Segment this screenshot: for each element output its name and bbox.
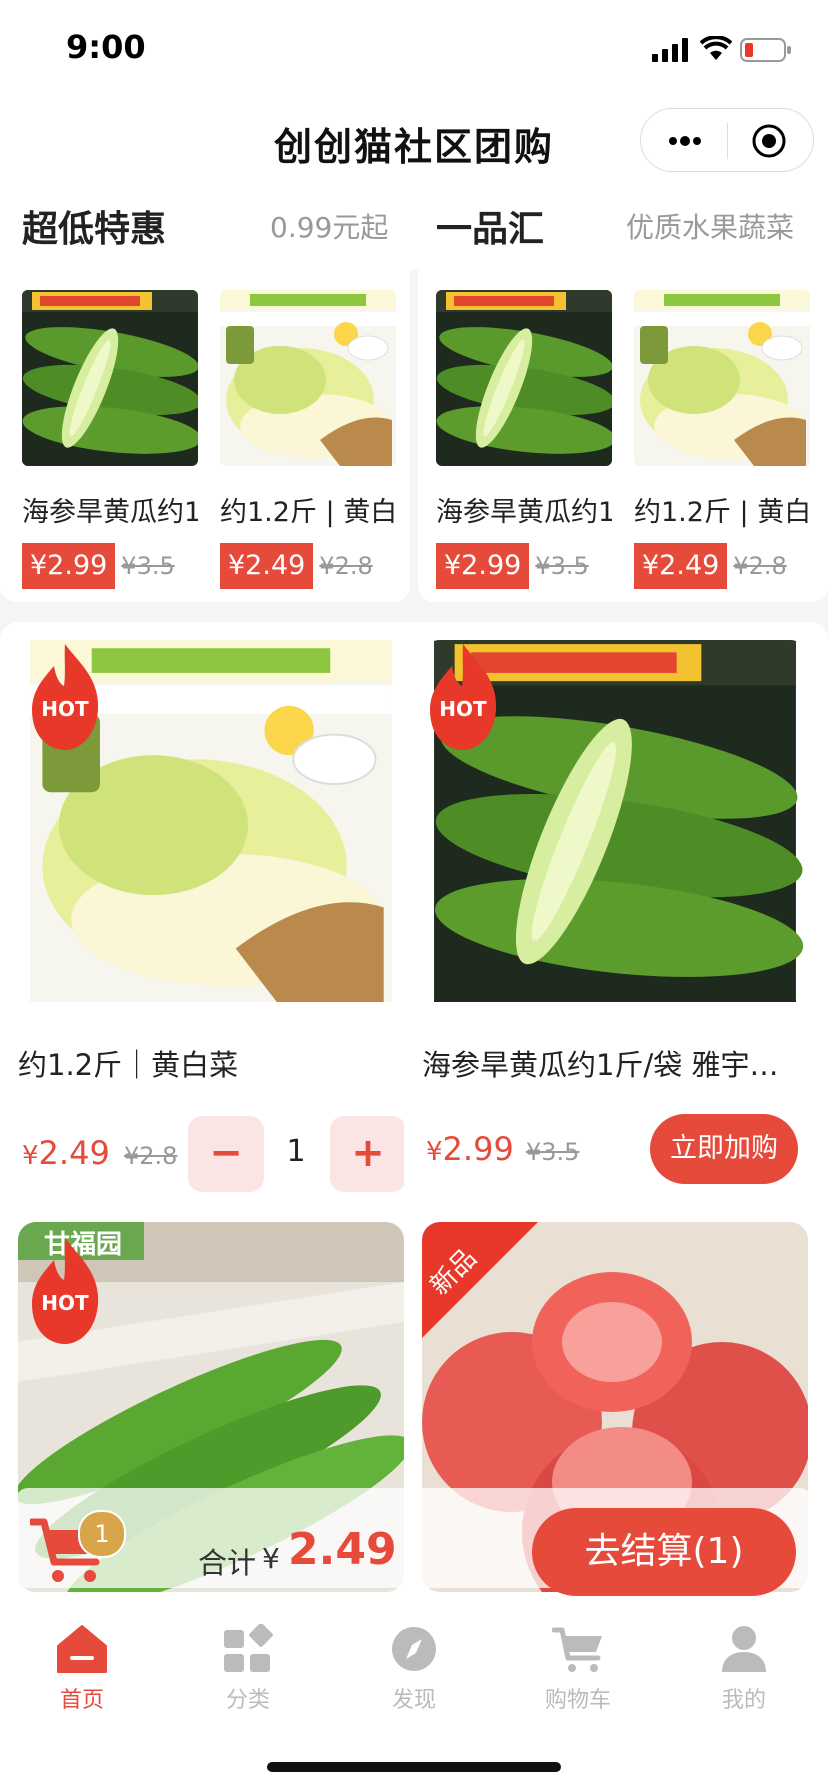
currency-symbol: ¥ <box>426 1137 443 1167</box>
tab-discover[interactable]: 发现 <box>344 1624 484 1714</box>
decrease-quantity-button[interactable]: − <box>188 1116 264 1192</box>
promo-item-price: ¥2.49 <box>220 543 314 589</box>
product-card[interactable]: 约1.2斤｜黄白菜 ¥2.49 ¥2.8 − 1 + <box>18 640 404 1200</box>
cart-count-badge: 1 <box>78 1510 126 1558</box>
promo-item[interactable]: 约1.2斤 | 黄白菜 ¥2.49¥2.8 <box>220 290 396 589</box>
home-icon <box>57 1625 107 1673</box>
cabbage-image <box>220 290 396 466</box>
hot-badge-icon <box>28 1236 102 1346</box>
price-value: 2.99 <box>442 1130 514 1168</box>
product-name: 海参旱黄瓜约1斤/袋 雅宇农业 <box>422 1048 792 1082</box>
promo-item-old-price: ¥3.5 <box>121 552 175 580</box>
product-price: ¥2.99 <box>426 1130 514 1168</box>
promo-title-deals[interactable]: 超低特惠 <box>22 200 166 252</box>
promo-item-name: 海参旱黄瓜约1斤/袋 <box>22 497 198 528</box>
hot-badge-icon <box>28 642 102 752</box>
promo-item-name: 约1.2斤 | 黄白菜 <box>220 497 396 528</box>
quantity-value: 1 <box>286 1134 306 1169</box>
more-icon[interactable] <box>665 127 705 155</box>
mini-program-capsule <box>640 108 814 172</box>
profile-icon <box>722 1626 766 1672</box>
promo-item[interactable]: 海参旱黄瓜约1斤/袋 ¥2.99¥3.5 <box>436 290 612 589</box>
category-icon <box>224 1623 273 1672</box>
tab-label: 我的 <box>721 1688 766 1713</box>
tab-label: 发现 <box>391 1688 436 1713</box>
promo-item-old-price: ¥2.8 <box>319 552 373 580</box>
promo-item[interactable]: 约1.2斤 | 黄白菜 ¥2.49¥2.8 <box>634 290 810 589</box>
discover-icon <box>392 1627 436 1671</box>
currency-symbol: ¥ <box>22 1141 39 1171</box>
promo-item-name: 约1.2斤 | 黄白菜 <box>634 497 810 528</box>
increase-quantity-button[interactable]: + <box>330 1116 404 1192</box>
promo-item-old-price: ¥2.8 <box>733 552 787 580</box>
tab-profile[interactable]: 我的 <box>674 1624 814 1714</box>
promo-subtitle-premium: 优质水果蔬菜 <box>626 211 795 244</box>
promo-item-price: ¥2.99 <box>22 543 116 589</box>
product-old-price: ¥3.5 <box>526 1138 580 1166</box>
promo-title-premium[interactable]: 一品汇 <box>436 200 544 252</box>
price-value: 2.49 <box>38 1134 110 1172</box>
home-indicator <box>267 1762 561 1772</box>
product-price: ¥2.49 <box>22 1134 110 1172</box>
promo-item-price: ¥2.99 <box>436 543 530 589</box>
signal-icon <box>652 38 688 62</box>
tab-label: 购物车 <box>544 1688 611 1713</box>
close-mini-program-icon[interactable] <box>751 123 787 159</box>
tab-home[interactable]: 首页 <box>12 1624 152 1714</box>
tab-label: 分类 <box>225 1688 270 1713</box>
tab-label: 首页 <box>59 1688 104 1713</box>
cabbage-image <box>634 290 810 466</box>
product-name: 约1.2斤｜黄白菜 <box>18 1048 239 1082</box>
capsule-divider <box>727 123 728 159</box>
promo-subtitle-deals: 0.99元起 <box>270 211 389 244</box>
promo-item[interactable]: 海参旱黄瓜约1斤/袋 ¥2.99¥3.5 <box>22 290 198 589</box>
wifi-icon <box>700 36 732 60</box>
total-label: 合计 <box>198 1546 257 1580</box>
promo-item-old-price: ¥3.5 <box>535 552 589 580</box>
status-time: 9:00 <box>66 28 146 66</box>
product-card[interactable]: 海参旱黄瓜约1斤/袋 雅宇农业 ¥2.99 ¥3.5 立即加购 <box>422 640 808 1200</box>
cucumber-image <box>436 290 612 466</box>
tab-cart[interactable]: 购物车 <box>508 1624 648 1714</box>
cart-icon <box>551 1627 602 1672</box>
hot-badge-icon <box>426 642 500 752</box>
battery-icon <box>740 38 791 62</box>
total-currency: ¥ <box>262 1542 280 1575</box>
add-to-cart-button[interactable]: 立即加购 <box>650 1114 798 1184</box>
cucumber-image <box>22 290 198 466</box>
promo-item-name: 海参旱黄瓜约1斤/袋 <box>436 497 612 528</box>
tab-category[interactable]: 分类 <box>178 1623 318 1714</box>
total-amount: 2.49 <box>288 1524 397 1575</box>
checkout-button[interactable]: 去结算(1) <box>532 1508 796 1596</box>
product-old-price: ¥2.8 <box>124 1142 178 1170</box>
promo-item-price: ¥2.49 <box>634 543 728 589</box>
